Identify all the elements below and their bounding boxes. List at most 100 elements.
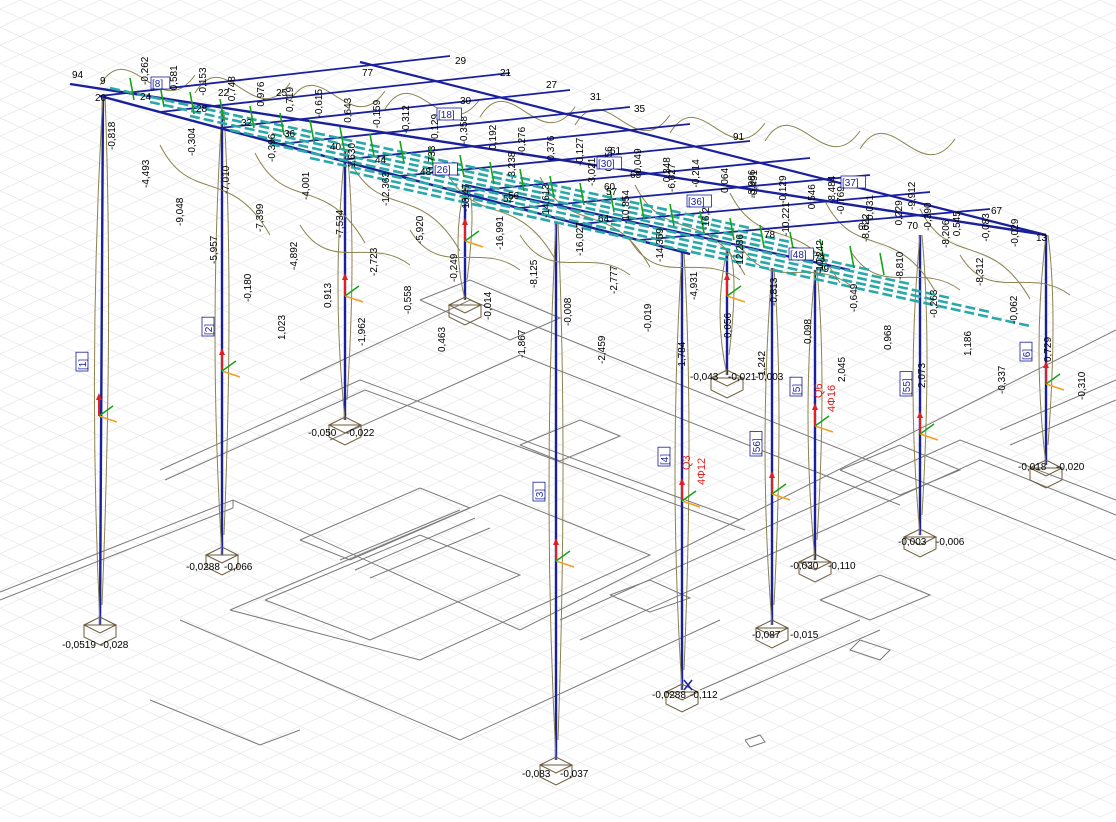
grid-line xyxy=(1059,0,1116,26)
moment-value-label: 1,023 xyxy=(277,315,288,340)
base-value-label: -0,112 xyxy=(690,690,718,701)
eave-girder xyxy=(99,94,691,256)
roof-framing xyxy=(69,55,1047,328)
grid-line xyxy=(699,627,1116,818)
moment-value-label: -0,396 xyxy=(267,133,278,162)
moment-value-label: -14,359 xyxy=(655,228,666,262)
member-tag: [5] xyxy=(789,376,803,397)
moment-value-label: -2,777 xyxy=(609,265,620,294)
frame-3d-view[interactable]: -0,262 0,581 -0,153 0,748 0,976 0,719 -0,615 0,… xyxy=(0,0,1116,818)
moment-value-label: -0,159 xyxy=(372,99,383,128)
cursor-marker xyxy=(683,679,693,691)
moment-value-label: -14,613 xyxy=(541,184,552,218)
node-number: 28 xyxy=(196,104,208,115)
member-tag-label: [55] xyxy=(902,378,913,395)
member-tag-label: [56] xyxy=(752,438,763,455)
local-axis-y-icon xyxy=(919,433,939,441)
base-value-label: -0,018 xyxy=(1018,462,1047,473)
rebar-label: Q3 xyxy=(681,455,693,470)
moment-value-label: -0,310 xyxy=(1077,371,1088,400)
moment-value-label: -3,986 xyxy=(747,169,758,198)
node-number: 91 xyxy=(733,132,745,143)
arrow-head-icon xyxy=(812,403,818,410)
moment-value-label: -2,459 xyxy=(597,335,608,364)
node-number: 66 xyxy=(858,222,870,233)
moment-value-label: -2,723 xyxy=(369,247,380,276)
moment-value-label: 0,463 xyxy=(437,327,448,352)
rafter xyxy=(159,72,511,113)
moment-value-label: 0,229 xyxy=(894,200,905,225)
structural-model-viewport[interactable]: -0,262 0,581 -0,153 0,748 0,976 0,719 -0,615 0,… xyxy=(0,0,1116,818)
base-value-label: -0,037 xyxy=(560,769,589,780)
moment-value-label: 0,913 xyxy=(323,283,334,308)
moment-value-label: 1,630 xyxy=(347,143,358,168)
moment-value-label: -7,010 xyxy=(221,165,232,194)
grid-line xyxy=(819,0,1116,135)
node-number: 94 xyxy=(72,70,84,81)
base-value-label: -0,003 xyxy=(755,372,784,383)
member-tag-label: [5] xyxy=(792,384,803,395)
cross-member xyxy=(879,252,885,276)
moment-value-label: 0,643 xyxy=(343,97,354,122)
moment-value-label: -1,962 xyxy=(357,317,368,346)
member-tag: [48] xyxy=(788,247,814,261)
grid-line xyxy=(1059,791,1116,818)
node-number: 70 xyxy=(907,221,919,232)
moment-value-label: 0,376 xyxy=(546,135,557,160)
moment-value-label: 0,056 xyxy=(723,313,734,338)
node-number: 24 xyxy=(140,92,152,103)
member-tag-label: [1] xyxy=(78,359,89,370)
moment-value-label: -3,021 xyxy=(587,157,598,186)
moment-value-label: -0,262 xyxy=(140,56,151,85)
moment-value-label: 0,098 xyxy=(803,319,814,344)
node-number: 56 xyxy=(508,191,520,202)
moment-value-label: 0,968 xyxy=(883,325,894,350)
moment-value-label: -1,867 xyxy=(517,329,528,358)
grid-line xyxy=(1019,0,1116,44)
base-value-label: -0,110 xyxy=(828,561,856,572)
moment-value-label: 0,581 xyxy=(169,65,180,90)
rafter xyxy=(219,89,571,129)
member-tag: [4] xyxy=(657,446,671,467)
moment-value-label: -6,627 xyxy=(667,163,678,192)
grid-line xyxy=(699,0,1116,190)
local-axis-y-icon xyxy=(814,425,834,433)
moment-value-label: -16,991 xyxy=(495,216,506,250)
member-tag-label: [8] xyxy=(152,79,163,90)
moment-value-label: -4,001 xyxy=(301,171,312,200)
node-number: 48 xyxy=(420,167,432,178)
arrow-head-icon xyxy=(219,348,225,355)
moment-value-label: -4,493 xyxy=(141,159,152,188)
grid-line xyxy=(19,319,1116,818)
member-tag: [8] xyxy=(150,76,171,90)
node-number: 9 xyxy=(100,76,106,87)
moment-value-label: 0,064 xyxy=(720,168,731,193)
node-number: 21 xyxy=(500,68,512,79)
base-value-label: -0,0519 xyxy=(62,640,96,651)
moment-value-label: 0,545 xyxy=(952,211,963,236)
member-tag-label: [37] xyxy=(842,178,859,189)
base-value-label: -0,0288 xyxy=(652,690,686,701)
moment-value-label: -0,062 xyxy=(1009,295,1020,324)
moment-value-label: -16,027 xyxy=(575,222,586,256)
moment-value-label: 2,045 xyxy=(837,357,848,382)
base-value-label: -0,028 xyxy=(100,640,129,651)
base-value-label: -0,087 xyxy=(752,630,781,641)
moment-value-label: -1,784 xyxy=(677,341,688,370)
member-tag: [55] xyxy=(899,371,913,397)
rebar-label: 4Φ16 xyxy=(826,385,838,412)
base-value-label: -0,050 xyxy=(308,428,337,439)
moment-value-label: -10,47 xyxy=(461,183,472,212)
rafter xyxy=(99,55,451,97)
grid-line xyxy=(419,500,1116,818)
grid-line xyxy=(259,0,1116,389)
moment-value-label: -0,818 xyxy=(107,121,118,150)
member-tag: [37] xyxy=(840,175,866,189)
member-tag-label: [30] xyxy=(598,159,615,170)
base-value-label: -0,015 xyxy=(790,630,819,641)
base-value-label: -0,020 xyxy=(1056,462,1085,473)
floor-plan-outline xyxy=(0,279,1116,748)
node-number: 36 xyxy=(284,129,296,140)
moment-value-label: -5,920 xyxy=(415,215,426,244)
node-number: 65 xyxy=(630,170,642,181)
